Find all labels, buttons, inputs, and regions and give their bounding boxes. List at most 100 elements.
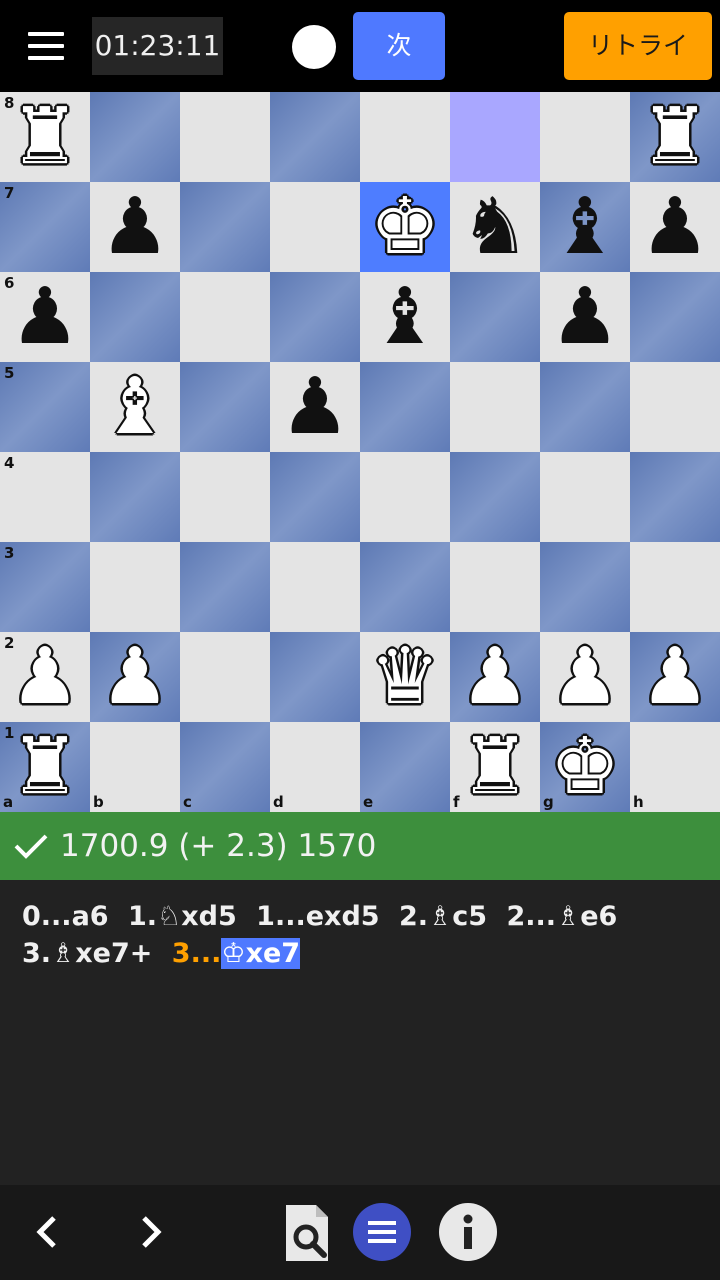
black-bishop-piece[interactable]: ♝ (360, 272, 450, 362)
next-button[interactable]: 次 (353, 12, 445, 80)
square-h7[interactable]: ♟ (630, 182, 720, 272)
square-b7[interactable]: ♟ (90, 182, 180, 272)
square-b4[interactable] (90, 452, 180, 542)
square-c8[interactable] (180, 92, 270, 182)
white-bishop-piece[interactable]: ♝ (90, 362, 180, 452)
square-a2[interactable]: 2 ♟ (0, 632, 90, 722)
white-pawn-piece[interactable]: ♟ (630, 632, 720, 722)
square-f4[interactable] (450, 452, 540, 542)
square-a3[interactable]: 3 (0, 542, 90, 632)
square-f6[interactable] (450, 272, 540, 362)
square-b6[interactable] (90, 272, 180, 362)
square-f7[interactable]: ♞ (450, 182, 540, 272)
square-g5[interactable] (540, 362, 630, 452)
square-h4[interactable] (630, 452, 720, 542)
square-d2[interactable] (270, 632, 360, 722)
square-e7[interactable]: ♚ (360, 182, 450, 272)
white-rook-piece[interactable]: ♜ (450, 722, 540, 812)
square-h6[interactable] (630, 272, 720, 362)
move-item[interactable]: 2...♗e6 (506, 901, 617, 932)
square-d8[interactable] (270, 92, 360, 182)
search-document-icon[interactable] (282, 1203, 334, 1263)
square-d4[interactable] (270, 452, 360, 542)
black-pawn-piece[interactable]: ♟ (270, 362, 360, 452)
square-c2[interactable] (180, 632, 270, 722)
square-e8[interactable] (360, 92, 450, 182)
square-d7[interactable] (270, 182, 360, 272)
move-item[interactable]: 1...exd5 (256, 901, 379, 932)
square-f5[interactable] (450, 362, 540, 452)
square-e3[interactable] (360, 542, 450, 632)
square-b8[interactable] (90, 92, 180, 182)
square-b2[interactable]: ♟ (90, 632, 180, 722)
square-c6[interactable] (180, 272, 270, 362)
square-e4[interactable] (360, 452, 450, 542)
square-a1[interactable]: 1 a ♜ (0, 722, 90, 812)
square-h2[interactable]: ♟ (630, 632, 720, 722)
square-d5[interactable]: ♟ (270, 362, 360, 452)
square-d6[interactable] (270, 272, 360, 362)
square-f3[interactable] (450, 542, 540, 632)
square-h3[interactable] (630, 542, 720, 632)
hamburger-menu-icon[interactable] (28, 32, 64, 60)
white-pawn-piece[interactable]: ♟ (540, 632, 630, 722)
info-icon[interactable] (439, 1203, 497, 1261)
square-f8[interactable] (450, 92, 540, 182)
square-h1[interactable]: h (630, 722, 720, 812)
square-c4[interactable] (180, 452, 270, 542)
square-d1[interactable]: d (270, 722, 360, 812)
move-item[interactable]: 3...♔xe7 (172, 938, 301, 969)
black-pawn-piece[interactable]: ♟ (90, 182, 180, 272)
square-c1[interactable]: c (180, 722, 270, 812)
white-pawn-piece[interactable]: ♟ (0, 632, 90, 722)
black-pawn-piece[interactable]: ♟ (540, 272, 630, 362)
square-c5[interactable] (180, 362, 270, 452)
move-item[interactable]: 3.♗xe7+ (22, 938, 152, 969)
square-g1[interactable]: g ♚ (540, 722, 630, 812)
square-e6[interactable]: ♝ (360, 272, 450, 362)
white-king-piece[interactable]: ♚ (540, 722, 630, 812)
square-a4[interactable]: 4 (0, 452, 90, 542)
white-rook-piece[interactable]: ♜ (0, 92, 90, 182)
square-g3[interactable] (540, 542, 630, 632)
square-f2[interactable]: ♟ (450, 632, 540, 722)
square-a6[interactable]: 6 ♟ (0, 272, 90, 362)
square-b5[interactable]: ♝ (90, 362, 180, 452)
square-g4[interactable] (540, 452, 630, 542)
square-b1[interactable]: b (90, 722, 180, 812)
chevron-right-icon[interactable] (136, 1212, 168, 1252)
square-e1[interactable]: e (360, 722, 450, 812)
chevron-left-icon[interactable] (30, 1212, 62, 1252)
square-a5[interactable]: 5 (0, 362, 90, 452)
square-g6[interactable]: ♟ (540, 272, 630, 362)
white-pawn-piece[interactable]: ♟ (450, 632, 540, 722)
white-rook-piece[interactable]: ♜ (0, 722, 90, 812)
black-pawn-piece[interactable]: ♟ (630, 182, 720, 272)
square-c3[interactable] (180, 542, 270, 632)
square-g8[interactable] (540, 92, 630, 182)
square-h8[interactable]: ♜ (630, 92, 720, 182)
square-h5[interactable] (630, 362, 720, 452)
white-pawn-piece[interactable]: ♟ (90, 632, 180, 722)
square-a8[interactable]: 8 ♜ (0, 92, 90, 182)
square-e5[interactable] (360, 362, 450, 452)
black-knight-piece[interactable]: ♞ (450, 182, 540, 272)
black-bishop-piece[interactable]: ♝ (540, 182, 630, 272)
list-icon[interactable] (353, 1203, 411, 1261)
square-e2[interactable]: ♛ (360, 632, 450, 722)
move-item[interactable]: 2.♗c5 (399, 901, 487, 932)
square-c7[interactable] (180, 182, 270, 272)
move-item[interactable]: 0...a6 (22, 901, 109, 932)
white-king-piece[interactable]: ♚ (360, 182, 450, 272)
white-queen-piece[interactable]: ♛ (360, 632, 450, 722)
square-d3[interactable] (270, 542, 360, 632)
square-f1[interactable]: f ♜ (450, 722, 540, 812)
square-g2[interactable]: ♟ (540, 632, 630, 722)
square-g7[interactable]: ♝ (540, 182, 630, 272)
black-pawn-piece[interactable]: ♟ (0, 272, 90, 362)
square-a7[interactable]: 7 (0, 182, 90, 272)
move-item[interactable]: 1.♘xd5 (128, 901, 237, 932)
square-b3[interactable] (90, 542, 180, 632)
retry-button[interactable]: リトライ (564, 12, 712, 80)
white-rook-piece[interactable]: ♜ (630, 92, 720, 182)
